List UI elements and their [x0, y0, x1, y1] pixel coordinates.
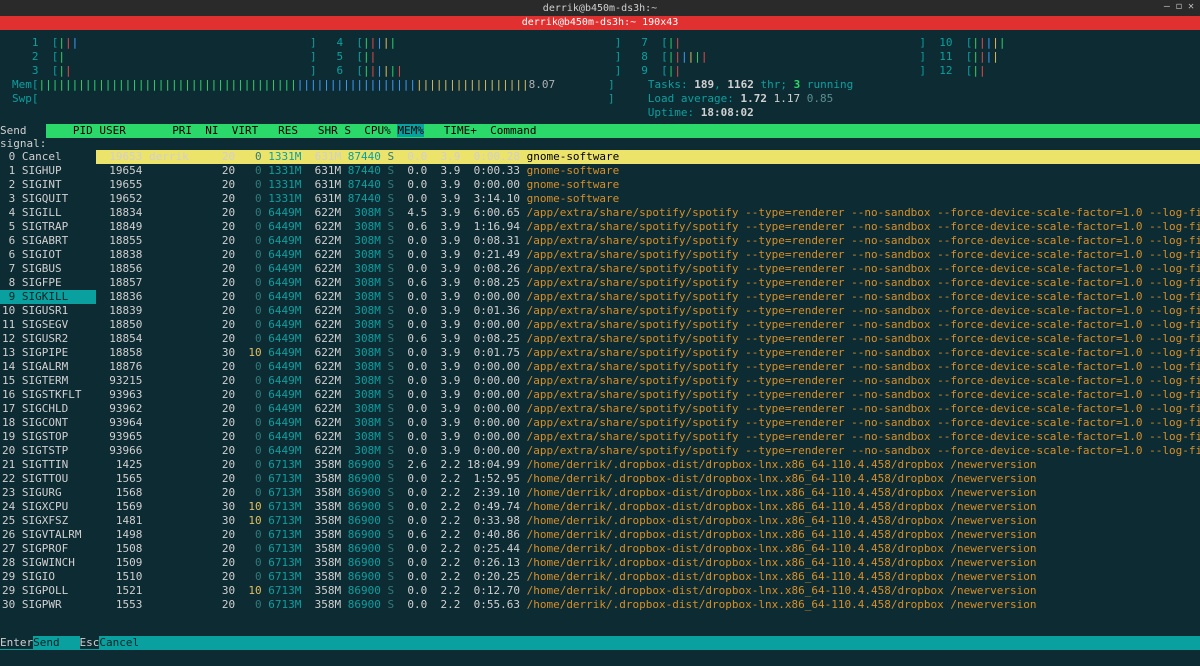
signal-item[interactable]: 26 SIGVTALRM: [0, 528, 96, 542]
signal-item[interactable]: 4 SIGILL: [0, 206, 96, 220]
process-row[interactable]: 18850 20 0 6449M 622M 308M S 0.0 3.9 0:0…: [96, 318, 1200, 332]
signal-item[interactable]: 11 SIGSEGV: [0, 318, 96, 332]
process-row[interactable]: 1425 20 0 6713M 358M 86900 S 2.6 2.2 18:…: [96, 458, 1200, 472]
process-row[interactable]: 1509 20 0 6713M 358M 86900 S 0.0 2.2 0:2…: [96, 556, 1200, 570]
key-enter[interactable]: Enter: [0, 636, 33, 649]
window-title: derrik@b450m-ds3h:~: [543, 3, 657, 14]
process-row[interactable]: 1568 20 0 6713M 358M 86900 S 0.0 2.2 2:3…: [96, 486, 1200, 500]
meters-panel: 1 [||| ] 4 [||||| ] 7 [|| ] 10 [||||| ] …: [0, 30, 1200, 124]
signal-item[interactable]: 29 SIGIO: [0, 570, 96, 584]
process-row[interactable]: 18855 20 0 6449M 622M 308M S 0.0 3.9 0:0…: [96, 234, 1200, 248]
signal-item[interactable]: 15 SIGTERM: [0, 374, 96, 388]
tab-bar: derrik@b450m-ds3h:~ 190x43: [0, 16, 1200, 30]
signal-item[interactable]: 27 SIGPROF: [0, 542, 96, 556]
signal-item[interactable]: 2 SIGINT: [0, 178, 96, 192]
process-row[interactable]: 93215 20 0 6449M 622M 308M S 0.0 3.9 0:0…: [96, 374, 1200, 388]
signal-item[interactable]: 7 SIGBUS: [0, 262, 96, 276]
signal-item[interactable]: 23 SIGURG: [0, 486, 96, 500]
process-row[interactable]: 18834 20 0 6449M 622M 308M S 4.5 3.9 6:0…: [96, 206, 1200, 220]
signal-item[interactable]: 12 SIGUSR2: [0, 332, 96, 346]
process-row[interactable]: 19652 20 0 1331M 631M 87440 S 0.0 3.9 3:…: [96, 192, 1200, 206]
action-cancel: Cancel: [99, 636, 139, 649]
process-row[interactable]: 1498 20 0 6713M 358M 86900 S 0.6 2.2 0:4…: [96, 528, 1200, 542]
signal-item[interactable]: 1 SIGHUP: [0, 164, 96, 178]
process-row[interactable]: 1569 30 10 6713M 358M 86900 S 0.0 2.2 0:…: [96, 500, 1200, 514]
minimize-icon[interactable]: —: [1164, 1, 1170, 12]
window-titlebar: derrik@b450m-ds3h:~ — ◻ ✕: [0, 0, 1200, 16]
signal-item[interactable]: 19 SIGSTOP: [0, 430, 96, 444]
process-row[interactable]: 18876 20 0 6449M 622M 308M S 0.0 3.9 0:0…: [96, 360, 1200, 374]
process-row[interactable]: 93964 20 0 6449M 622M 308M S 0.0 3.9 0:0…: [96, 416, 1200, 430]
signal-item[interactable]: 6 SIGABRT: [0, 234, 96, 248]
signal-item[interactable]: 24 SIGXCPU: [0, 500, 96, 514]
signal-item[interactable]: 25 SIGXFSZ: [0, 514, 96, 528]
tab-title[interactable]: derrik@b450m-ds3h:~ 190x43: [522, 17, 679, 28]
process-row[interactable]: 19653 derrik 20 0 1331M 631M 87440 S 0.0…: [96, 150, 1200, 164]
signal-item[interactable]: 17 SIGCHLD: [0, 402, 96, 416]
process-row[interactable]: 1481 30 10 6713M 358M 86900 S 0.0 2.2 0:…: [96, 514, 1200, 528]
signal-item[interactable]: 16 SIGSTKFLT: [0, 388, 96, 402]
action-send: Send: [33, 636, 60, 649]
process-row[interactable]: 18849 20 0 6449M 622M 308M S 0.6 3.9 1:1…: [96, 220, 1200, 234]
close-icon[interactable]: ✕: [1188, 1, 1194, 12]
signal-item[interactable]: 5 SIGTRAP: [0, 220, 96, 234]
signal-item[interactable]: 20 SIGTSTP: [0, 444, 96, 458]
signal-item[interactable]: 3 SIGQUIT: [0, 192, 96, 206]
process-row[interactable]: 93965 20 0 6449M 622M 308M S 0.0 3.9 0:0…: [96, 430, 1200, 444]
process-row[interactable]: 93962 20 0 6449M 622M 308M S 0.0 3.9 0:0…: [96, 402, 1200, 416]
process-row[interactable]: 18839 20 0 6449M 622M 308M S 0.0 3.9 0:0…: [96, 304, 1200, 318]
signal-item[interactable]: 13 SIGPIPE: [0, 346, 96, 360]
columns-header: PID USER PRI NI VIRT RES SHR S CPU% MEM%…: [46, 124, 1200, 138]
signal-item[interactable]: 0 Cancel: [0, 150, 96, 164]
signal-list[interactable]: 0 Cancel 1 SIGHUP 2 SIGINT 3 SIGQUIT 4 S…: [0, 150, 96, 666]
signal-prompt: Send signal:: [0, 124, 46, 150]
key-esc[interactable]: Esc: [80, 636, 100, 649]
process-row[interactable]: 18854 20 0 6449M 622M 308M S 0.6 3.9 0:0…: [96, 332, 1200, 346]
signal-item[interactable]: 28 SIGWINCH: [0, 556, 96, 570]
footer-bar: EnterSend EscCancel: [0, 636, 1200, 650]
process-row[interactable]: 1521 30 10 6713M 358M 86900 S 0.0 2.2 0:…: [96, 584, 1200, 598]
process-row[interactable]: 19655 20 0 1331M 631M 87440 S 0.0 3.9 0:…: [96, 178, 1200, 192]
maximize-icon[interactable]: ◻: [1176, 1, 1182, 12]
signal-item[interactable]: 6 SIGIOT: [0, 248, 96, 262]
signal-item[interactable]: 10 SIGUSR1: [0, 304, 96, 318]
signal-item[interactable]: 21 SIGTTIN: [0, 458, 96, 472]
signal-item[interactable]: 22 SIGTTOU: [0, 472, 96, 486]
process-row[interactable]: 19654 20 0 1331M 631M 87440 S 0.0 3.9 0:…: [96, 164, 1200, 178]
process-row[interactable]: 1510 20 0 6713M 358M 86900 S 0.0 2.2 0:2…: [96, 570, 1200, 584]
process-row[interactable]: 1508 20 0 6713M 358M 86900 S 0.0 2.2 0:2…: [96, 542, 1200, 556]
process-row[interactable]: 1553 20 0 6713M 358M 86900 S 0.0 2.2 0:5…: [96, 598, 1200, 612]
process-row[interactable]: 93966 20 0 6449M 622M 308M S 0.0 3.9 0:0…: [96, 444, 1200, 458]
process-row[interactable]: 93963 20 0 6449M 622M 308M S 0.0 3.9 0:0…: [96, 388, 1200, 402]
process-row[interactable]: 18836 20 0 6449M 622M 308M S 0.0 3.9 0:0…: [96, 290, 1200, 304]
process-row[interactable]: 18858 30 10 6449M 622M 308M S 0.0 3.9 0:…: [96, 346, 1200, 360]
process-list[interactable]: 19653 derrik 20 0 1331M 631M 87440 S 0.0…: [96, 150, 1200, 666]
signal-item[interactable]: 29 SIGPOLL: [0, 584, 96, 598]
process-row[interactable]: 18856 20 0 6449M 622M 308M S 0.0 3.9 0:0…: [96, 262, 1200, 276]
signal-item[interactable]: 8 SIGFPE: [0, 276, 96, 290]
signal-item[interactable]: 18 SIGCONT: [0, 416, 96, 430]
process-row[interactable]: 18838 20 0 6449M 622M 308M S 0.0 3.9 0:2…: [96, 248, 1200, 262]
signal-item[interactable]: 9 SIGKILL: [0, 290, 96, 304]
process-row[interactable]: 1565 20 0 6713M 358M 86900 S 0.0 2.2 1:5…: [96, 472, 1200, 486]
process-row[interactable]: 18857 20 0 6449M 622M 308M S 0.6 3.9 0:0…: [96, 276, 1200, 290]
signal-item[interactable]: 14 SIGALRM: [0, 360, 96, 374]
signal-item[interactable]: 30 SIGPWR: [0, 598, 96, 612]
